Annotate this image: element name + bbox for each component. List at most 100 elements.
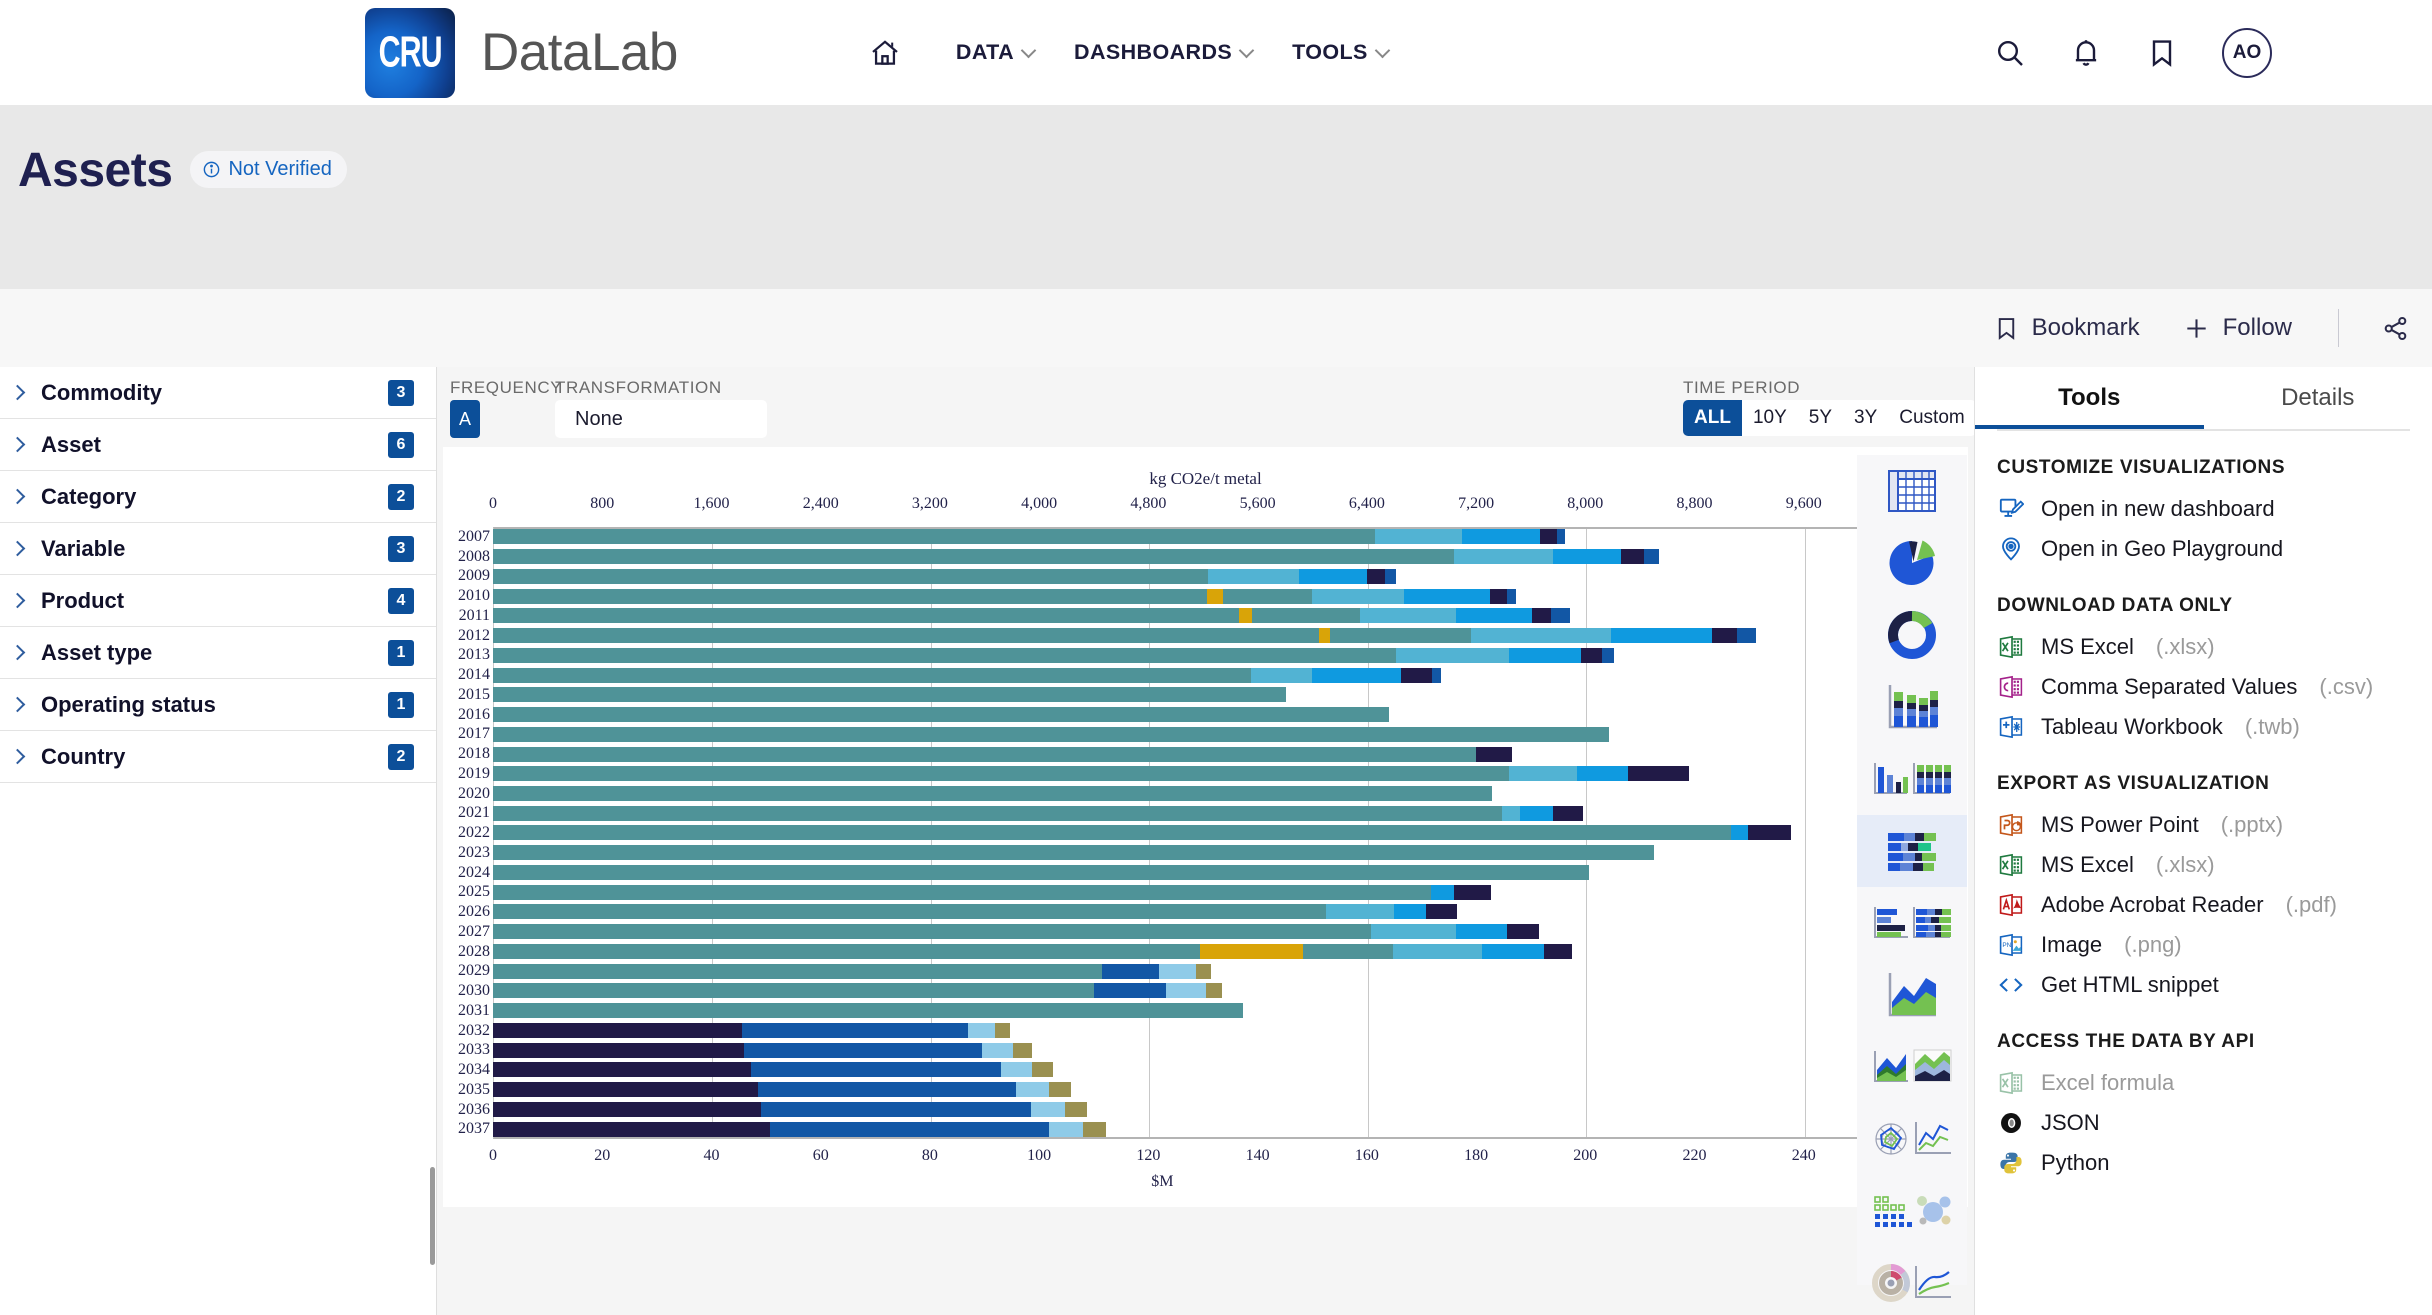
- chart-row[interactable]: 2037: [443, 1119, 1968, 1139]
- stacked-bar[interactable]: [493, 746, 1512, 762]
- stacked-bar[interactable]: [493, 1082, 1071, 1098]
- bar-segment-medium-blue[interactable]: [1507, 588, 1516, 604]
- radar-and-line-icon[interactable]: [1857, 1103, 1967, 1175]
- bar-segment-dark-navy[interactable]: [1627, 766, 1690, 782]
- bar-segment-teal[interactable]: [493, 707, 1389, 723]
- bar-segment-light-blue[interactable]: [1208, 568, 1299, 584]
- bar-segment-light-blue[interactable]: [1250, 667, 1313, 683]
- bar-segment-khaki[interactable]: [1032, 1062, 1053, 1078]
- tool-item-ms-excel[interactable]: MS Excel (.xlsx): [1975, 845, 2432, 885]
- bar-segment-teal[interactable]: [1223, 588, 1313, 604]
- bar-segment-dark-navy[interactable]: [1620, 549, 1644, 565]
- stacked-bar[interactable]: [493, 529, 1565, 545]
- bar-segment-medium-blue[interactable]: [741, 1022, 969, 1038]
- bar-segment-light-blue[interactable]: [1312, 588, 1404, 604]
- stacked-bar[interactable]: [493, 1121, 1107, 1137]
- chart-row[interactable]: 2032: [443, 1021, 1968, 1041]
- bar-segment-pale-blue[interactable]: [1000, 1062, 1033, 1078]
- filter-row-variable[interactable]: Variable 3: [0, 523, 436, 575]
- bar-segment-pale-blue[interactable]: [1015, 1082, 1049, 1098]
- bar-segment-teal[interactable]: [493, 786, 1493, 801]
- stacked-bar[interactable]: [493, 825, 1792, 841]
- bar-segment-teal[interactable]: [1252, 608, 1360, 624]
- bar-segment-bright-blue[interactable]: [1577, 766, 1628, 782]
- bar-segment-dark-navy[interactable]: [493, 1042, 745, 1058]
- stacked-bar[interactable]: [493, 766, 1690, 782]
- nav-item-tools[interactable]: TOOLS: [1272, 30, 1408, 75]
- bar-segment-dark-navy[interactable]: [1454, 884, 1492, 900]
- bar-segment-dark-navy[interactable]: [493, 1022, 742, 1038]
- tool-item-json[interactable]: JSON: [1975, 1103, 2432, 1143]
- bar-segment-teal[interactable]: [1380, 549, 1455, 565]
- chart-row[interactable]: 2027: [443, 922, 1968, 942]
- tool-item-python[interactable]: Python: [1975, 1143, 2432, 1183]
- transformation-select[interactable]: None: [555, 400, 767, 438]
- tool-item-ms-power-point[interactable]: MS Power Point (.pptx): [1975, 805, 2432, 845]
- bar-segment-dark-navy[interactable]: [493, 1082, 758, 1098]
- bar-segment-dark-navy[interactable]: [1540, 529, 1557, 545]
- bar-segment-teal[interactable]: [493, 608, 1239, 624]
- stacked-bar[interactable]: [493, 864, 1590, 880]
- chart-row[interactable]: 2022: [443, 823, 1968, 843]
- stacked-bar[interactable]: [493, 943, 1572, 959]
- chart-row[interactable]: 2020: [443, 784, 1968, 804]
- tool-item-comma-separated-values[interactable]: Comma Separated Values (.csv): [1975, 667, 2432, 707]
- bar-segment-gold[interactable]: [1207, 588, 1224, 604]
- chart-row[interactable]: 2010: [443, 586, 1968, 606]
- tool-item-open-in-geo-playground[interactable]: Open in Geo Playground: [1975, 529, 2432, 569]
- bar-segment-teal[interactable]: [493, 529, 1299, 545]
- bar-segment-bright-blue[interactable]: [1455, 608, 1533, 624]
- filter-row-category[interactable]: Category 2: [0, 471, 436, 523]
- search-icon[interactable]: [1994, 37, 2026, 69]
- nav-item-data[interactable]: DATA: [936, 30, 1054, 75]
- bar-segment-medium-blue[interactable]: [1556, 529, 1565, 545]
- chart-row[interactable]: 2007: [443, 527, 1968, 547]
- bar-segment-khaki[interactable]: [1013, 1042, 1033, 1058]
- filter-row-asset-type[interactable]: Asset type 1: [0, 627, 436, 679]
- pie-chart-icon[interactable]: [1857, 527, 1967, 599]
- bar-segment-bright-blue[interactable]: [1611, 628, 1713, 644]
- bar-segment-teal[interactable]: [493, 864, 1590, 880]
- filter-row-country[interactable]: Country 2: [0, 731, 436, 783]
- bar-segment-gold[interactable]: [1238, 608, 1253, 624]
- bar-segment-dark-navy[interactable]: [1489, 588, 1508, 604]
- time-period-5y[interactable]: 5Y: [1798, 400, 1843, 436]
- time-period-10y[interactable]: 10Y: [1742, 400, 1798, 436]
- stacked-bar[interactable]: [493, 667, 1441, 683]
- bar-segment-khaki[interactable]: [1196, 963, 1212, 979]
- stacked-bar[interactable]: [493, 845, 1654, 861]
- bar-segment-bright-blue[interactable]: [1455, 924, 1508, 940]
- brand-logo-group[interactable]: CRU DataLab: [365, 7, 678, 98]
- sunburst-and-spline-icon[interactable]: [1857, 1247, 1967, 1315]
- bar-segment-light-blue[interactable]: [1454, 549, 1553, 565]
- bar-segment-dark-navy[interactable]: [1532, 608, 1552, 624]
- bar-segment-teal[interactable]: [1298, 529, 1376, 545]
- bar-segment-teal[interactable]: [493, 667, 1251, 683]
- bar-and-stacked-bar-icon[interactable]: [1857, 887, 1967, 959]
- bar-segment-bright-blue[interactable]: [1403, 588, 1490, 604]
- bar-segment-bright-blue[interactable]: [1508, 647, 1582, 663]
- chart-row[interactable]: 2012: [443, 626, 1968, 646]
- bar-segment-medium-blue[interactable]: [1432, 667, 1441, 683]
- chart-row[interactable]: 2008: [443, 547, 1968, 567]
- column-and-stacked-column-icon[interactable]: [1857, 743, 1967, 815]
- bar-segment-medium-blue[interactable]: [757, 1082, 1016, 1098]
- bell-icon[interactable]: [2070, 37, 2102, 69]
- bar-segment-pale-blue[interactable]: [1166, 983, 1206, 999]
- stacked-bar[interactable]: [493, 647, 1614, 663]
- stacked-bar[interactable]: [493, 588, 1516, 604]
- tool-item-tableau-workbook[interactable]: Tableau Workbook (.twb): [1975, 707, 2432, 747]
- bar-segment-dark-navy[interactable]: [1581, 647, 1602, 663]
- bar-segment-teal[interactable]: [493, 628, 1320, 644]
- stacked-bar[interactable]: [493, 983, 1223, 999]
- bar-segment-light-blue[interactable]: [1395, 647, 1509, 663]
- bar-segment-dark-navy[interactable]: [1400, 667, 1433, 683]
- stacked-bar[interactable]: [493, 1022, 1011, 1038]
- bar-segment-pale-blue[interactable]: [1159, 963, 1197, 979]
- bar-segment-bright-blue[interactable]: [1431, 884, 1455, 900]
- bar-segment-medium-blue[interactable]: [1384, 568, 1396, 584]
- chart-row[interactable]: 2023: [443, 843, 1968, 863]
- bar-segment-teal[interactable]: [493, 746, 1477, 762]
- tab-tools[interactable]: Tools: [1975, 367, 2204, 429]
- bar-segment-teal[interactable]: [493, 825, 1732, 841]
